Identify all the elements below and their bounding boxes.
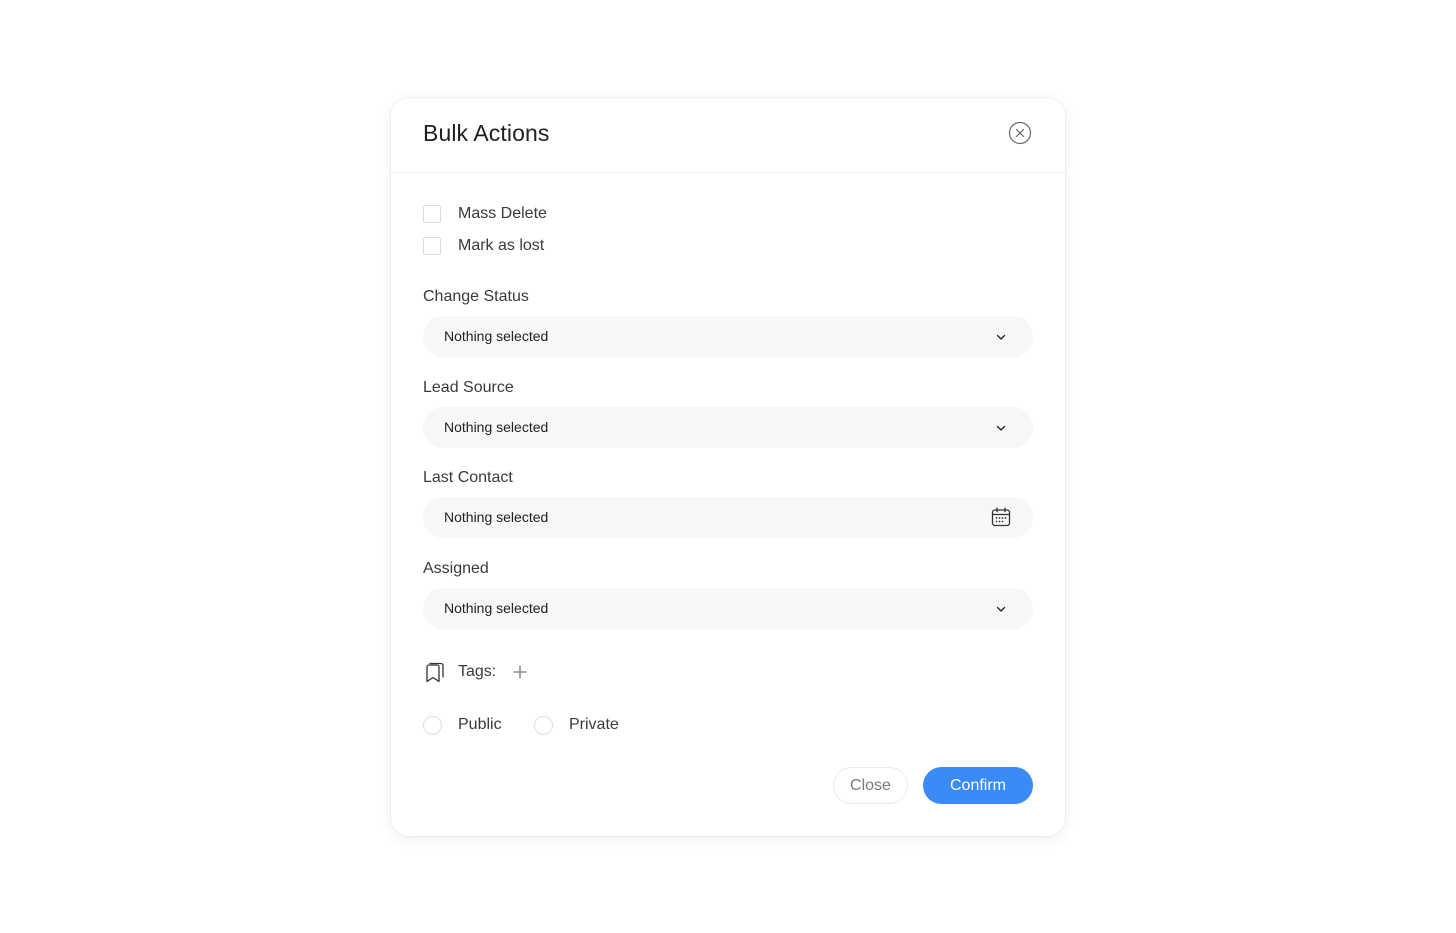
mark-as-lost-checkbox[interactable]	[423, 237, 441, 255]
assigned-value: Nothing selected	[444, 600, 549, 616]
tags-label: Tags:	[458, 663, 497, 680]
public-radio[interactable]	[423, 715, 442, 735]
chevron-down-icon	[996, 334, 1006, 340]
chevron-down-icon	[996, 606, 1006, 612]
change-status-value: Nothing selected	[444, 328, 549, 344]
modal-title: Bulk Actions	[423, 120, 550, 146]
last-contact-value: Nothing selected	[444, 509, 549, 525]
assigned-select[interactable]: Nothing selected	[423, 588, 1033, 629]
public-option[interactable]: Public	[423, 714, 502, 736]
private-label: Private	[569, 716, 619, 733]
tags-row: Tags:	[423, 660, 528, 684]
change-status-select[interactable]: Nothing selected	[423, 316, 1033, 357]
close-circle-icon[interactable]	[1008, 121, 1032, 145]
bookmarks-icon	[426, 662, 444, 683]
mark-as-lost-label: Mark as lost	[458, 237, 545, 254]
public-label: Public	[458, 716, 502, 733]
lead-source-value: Nothing selected	[444, 419, 549, 435]
change-status-label: Change Status	[423, 288, 529, 305]
assigned-label: Assigned	[423, 560, 489, 577]
chevron-down-icon	[996, 425, 1006, 431]
mass-delete-checkbox[interactable]	[423, 205, 441, 223]
bulk-actions-modal: Bulk Actions Mass Delete Mark as lost Ch…	[391, 98, 1065, 836]
lead-source-select[interactable]: Nothing selected	[423, 407, 1033, 448]
calendar-icon[interactable]	[991, 507, 1011, 527]
last-contact-date-input[interactable]: Nothing selected	[423, 497, 1033, 538]
mass-delete-label: Mass Delete	[458, 205, 547, 222]
modal-header: Bulk Actions	[391, 98, 1065, 173]
confirm-button[interactable]: Confirm	[923, 767, 1033, 804]
last-contact-label: Last Contact	[423, 469, 513, 486]
private-option[interactable]: Private	[534, 714, 619, 736]
add-tag-plus-icon[interactable]	[512, 664, 528, 680]
mass-delete-option[interactable]: Mass Delete	[423, 203, 547, 225]
mark-as-lost-option[interactable]: Mark as lost	[423, 235, 544, 257]
private-radio[interactable]	[534, 715, 553, 735]
lead-source-label: Lead Source	[423, 379, 514, 396]
close-button[interactable]: Close	[833, 767, 908, 804]
